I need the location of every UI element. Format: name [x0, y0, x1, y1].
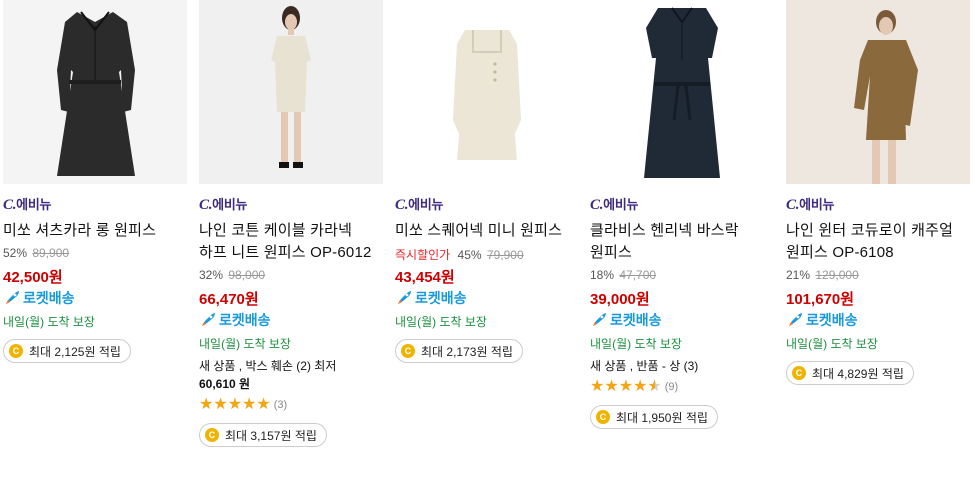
delivery-guarantee: 내일(월) 도착 보장	[590, 337, 682, 351]
dress-photo-black-shirt-dress	[3, 0, 187, 184]
rocket-icon	[202, 313, 215, 326]
product-title[interactable]: 클라비스 헨리넥 바스락 원피스	[590, 220, 774, 264]
star-icon: ★	[199, 396, 214, 413]
rocket-icon	[789, 313, 802, 326]
delivery-guarantee: 내일(월) 도착 보장	[395, 315, 487, 329]
discount-row: 32% 98,000	[199, 268, 383, 284]
original-price: 79,900	[486, 248, 524, 262]
product-image[interactable]	[3, 0, 187, 184]
star-icon: ★	[242, 396, 257, 413]
product-image[interactable]	[395, 0, 579, 184]
original-price: 89,900	[32, 246, 70, 260]
used-offer[interactable]: 새 상품 , 반품 - 상 (3)	[590, 357, 774, 375]
product-card[interactable]: C.에비뉴 미쏘 스퀘어넥 미니 원피스 즉시할인가 45% 79,900 43…	[395, 0, 579, 363]
sale-price: 43,454원	[395, 269, 455, 286]
product-card[interactable]: C.에비뉴 미쏘 셔츠카라 롱 원피스 52% 89,900 42,500원 로…	[3, 0, 187, 363]
rocket-icon	[398, 291, 411, 304]
brand-label: C.에비뉴	[395, 197, 444, 213]
rocket-delivery-badge: 로켓배송	[395, 289, 579, 307]
brand-label: C.에비뉴	[199, 197, 248, 213]
brand-label: C.에비뉴	[786, 197, 835, 213]
star-rating: ★ ★ ★ ★ ★	[199, 397, 271, 413]
rocket-delivery-badge: 로켓배송	[590, 311, 774, 329]
reward-badge: C 최대 2,173원 적립	[395, 339, 523, 363]
rocket-icon	[593, 313, 606, 326]
reward-badge: C 최대 1,950원 적립	[590, 405, 718, 429]
star-half-icon: ★	[647, 378, 662, 395]
discount-rate: 52%	[3, 246, 28, 260]
discount-row: 52% 89,900	[3, 246, 187, 262]
sale-price: 66,470원	[199, 291, 259, 308]
product-image[interactable]	[199, 0, 383, 184]
discount-row: 18% 47,700	[590, 268, 774, 284]
coin-icon: C	[596, 410, 610, 424]
product-image[interactable]	[786, 0, 970, 184]
star-icon: ★	[590, 378, 605, 395]
reward-badge: C 최대 2,125원 적립	[3, 339, 131, 363]
product-title[interactable]: 미쏘 스퀘어넥 미니 원피스	[395, 220, 579, 242]
product-image[interactable]	[590, 0, 774, 184]
brand-label: C.에비뉴	[3, 197, 52, 213]
review-count: (9)	[664, 381, 679, 393]
discount-rate: 18%	[590, 268, 615, 282]
original-price: 98,000	[228, 268, 266, 282]
product-card[interactable]: C.에비뉴 클라비스 헨리넥 바스락 원피스 18% 47,700 39,000…	[590, 0, 774, 429]
star-rating: ★ ★ ★ ★ ★	[590, 379, 662, 395]
original-price: 47,700	[619, 268, 657, 282]
rocket-delivery-badge: 로켓배송	[3, 289, 187, 307]
delivery-guarantee: 내일(월) 도착 보장	[786, 337, 878, 351]
rating: ★ ★ ★ ★ ★ (3)	[199, 397, 383, 413]
product-title[interactable]: 미쏘 셔츠카라 롱 원피스	[3, 220, 187, 242]
star-icon: ★	[604, 378, 619, 395]
rocket-delivery-badge: 로켓배송	[786, 311, 970, 329]
model-photo-knit-dress	[199, 0, 383, 184]
coin-icon: C	[792, 366, 806, 380]
star-icon: ★	[227, 396, 243, 413]
dress-photo-navy-henley	[590, 0, 774, 184]
review-count: (3)	[273, 399, 288, 411]
star-icon: ★	[633, 378, 648, 395]
sale-price: 42,500원	[3, 269, 63, 286]
sale-price: 39,000원	[590, 291, 650, 308]
reward-badge: C 최대 3,157원 적립	[199, 423, 327, 447]
product-title[interactable]: 나인 코튼 케이블 카라넥 하프 니트 원피스 OP-6012	[199, 220, 383, 264]
original-price: 129,000	[815, 268, 859, 282]
product-title[interactable]: 나인 윈터 코듀로이 캐주얼 원피스 OP-6108	[786, 220, 970, 264]
discount-rate: 45%	[457, 248, 482, 262]
coin-icon: C	[9, 344, 23, 358]
coin-icon: C	[401, 344, 415, 358]
star-icon: ★	[618, 378, 634, 395]
dress-photo-square-neck-mini	[395, 0, 579, 184]
product-grid: C.에비뉴 미쏘 셔츠카라 롱 원피스 52% 89,900 42,500원 로…	[0, 0, 978, 483]
rocket-delivery-badge: 로켓배송	[199, 311, 383, 329]
sale-price: 101,670원	[786, 291, 855, 308]
used-offer[interactable]: 새 상품 , 박스 훼손 (2) 최저 60,610 원	[199, 357, 383, 393]
reward-badge: C 최대 4,829원 적립	[786, 361, 914, 385]
delivery-guarantee: 내일(월) 도착 보장	[3, 315, 95, 329]
rating: ★ ★ ★ ★ ★ (9)	[590, 379, 774, 395]
product-card[interactable]: C.에비뉴 나인 윈터 코듀로이 캐주얼 원피스 OP-6108 21% 129…	[786, 0, 970, 385]
discount-row: 21% 129,000	[786, 268, 970, 284]
brand-label: C.에비뉴	[590, 197, 639, 213]
coin-icon: C	[205, 428, 219, 442]
discount-rate: 21%	[786, 268, 811, 282]
discount-row: 즉시할인가 45% 79,900	[395, 246, 579, 262]
model-photo-corduroy-dress	[786, 0, 970, 184]
discount-rate: 32%	[199, 268, 224, 282]
instant-discount-label: 즉시할인가	[395, 248, 451, 262]
star-icon: ★	[213, 396, 228, 413]
star-icon: ★	[256, 396, 271, 413]
rocket-icon	[6, 291, 19, 304]
product-card[interactable]: C.에비뉴 나인 코튼 케이블 카라넥 하프 니트 원피스 OP-6012 32…	[199, 0, 383, 447]
delivery-guarantee: 내일(월) 도착 보장	[199, 337, 291, 351]
